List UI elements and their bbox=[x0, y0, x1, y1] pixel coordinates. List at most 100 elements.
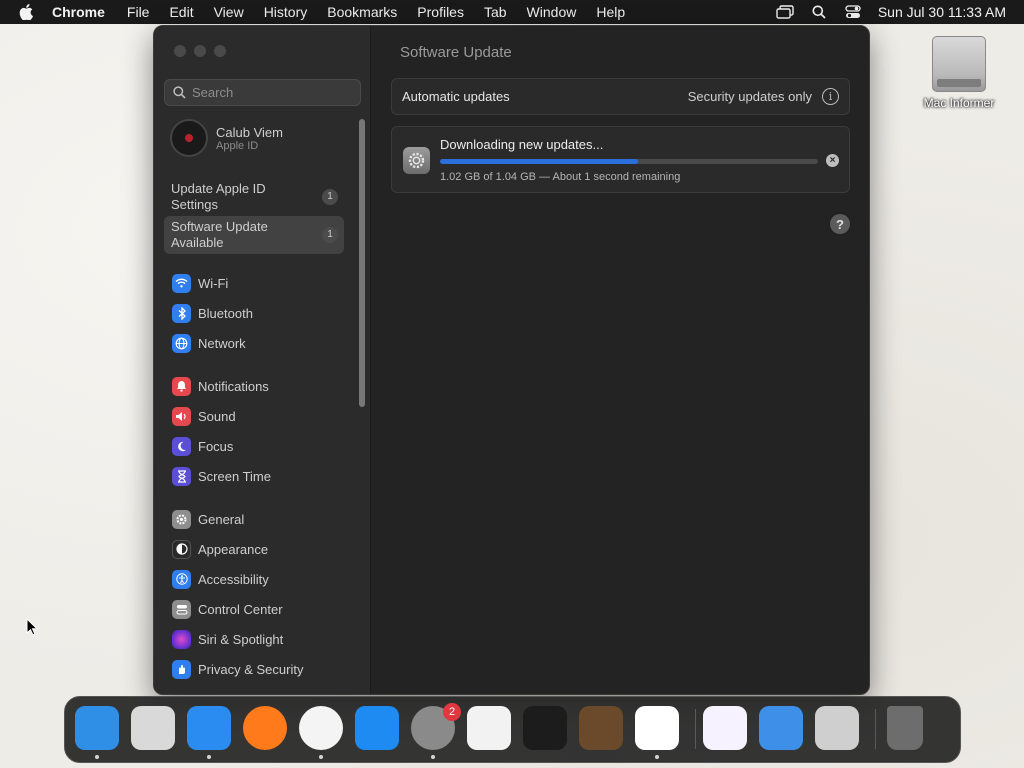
info-icon[interactable]: i bbox=[822, 88, 839, 105]
sidebar-item-label: Sound bbox=[198, 408, 236, 424]
system-settings-window: Calub Viem Apple ID Update Apple ID Sett… bbox=[153, 25, 870, 695]
control-center-icon[interactable] bbox=[836, 5, 870, 19]
automatic-updates-label: Automatic updates bbox=[402, 89, 510, 104]
desktop-disk-label: Mac Informer bbox=[923, 96, 995, 110]
menu-profiles[interactable]: Profiles bbox=[407, 4, 474, 20]
menu-bar: Chrome File Edit View History Bookmarks … bbox=[0, 0, 1024, 24]
download-progress-fill bbox=[440, 159, 639, 164]
automatic-updates-row: Automatic updates Security updates only … bbox=[391, 78, 850, 115]
zoom-window-button[interactable] bbox=[214, 45, 226, 57]
settings-gear-icon bbox=[403, 147, 430, 174]
dock-app-launchpad[interactable] bbox=[131, 706, 175, 750]
sidebar-item-bluetooth[interactable]: Bluetooth bbox=[172, 303, 253, 323]
dock-app-visual-studio[interactable] bbox=[703, 706, 747, 750]
dock-running-indicator bbox=[95, 755, 99, 759]
dock-app-trash[interactable] bbox=[887, 706, 923, 750]
sidebar-item-software-update-available[interactable]: Software Update Available 1 bbox=[164, 216, 344, 254]
sidebar-item-siri-spotlight[interactable]: Siri & Spotlight bbox=[172, 629, 283, 649]
sidebar-item-label: General bbox=[198, 511, 245, 527]
sidebar-item-label: Focus bbox=[198, 438, 234, 454]
network-icon bbox=[172, 333, 191, 353]
menu-help[interactable]: Help bbox=[586, 4, 635, 20]
sidebar-item-sound[interactable]: Sound bbox=[172, 406, 236, 426]
menu-app-name[interactable]: Chrome bbox=[52, 4, 117, 20]
menu-clock[interactable]: Sun Jul 30 11:33 AM bbox=[870, 4, 1024, 20]
dock-app-textedit[interactable] bbox=[467, 706, 511, 750]
sidebar-item-label: Software Update Available bbox=[171, 219, 268, 250]
menu-view[interactable]: View bbox=[204, 4, 254, 20]
desktop-disk-mac-informer[interactable]: Mac Informer bbox=[916, 36, 1002, 110]
spotlight-search-icon[interactable] bbox=[802, 5, 836, 19]
dock-separator bbox=[695, 709, 696, 749]
dock-app-weather[interactable] bbox=[759, 706, 803, 750]
menu-tab[interactable]: Tab bbox=[474, 4, 517, 20]
dock: 2 bbox=[64, 696, 961, 763]
dock-running-indicator bbox=[431, 755, 435, 759]
menu-edit[interactable]: Edit bbox=[159, 4, 203, 20]
siri-icon bbox=[172, 629, 191, 649]
wifi-icon bbox=[172, 273, 191, 293]
menu-history[interactable]: History bbox=[254, 4, 318, 20]
general-icon bbox=[172, 509, 191, 529]
dock-app-garageband[interactable] bbox=[579, 706, 623, 750]
window-controls bbox=[174, 45, 226, 57]
screen-time-icon bbox=[172, 466, 191, 486]
dock-running-indicator bbox=[207, 755, 211, 759]
dock-running-indicator bbox=[655, 755, 659, 759]
sidebar-item-network[interactable]: Network bbox=[172, 333, 246, 353]
close-window-button[interactable] bbox=[174, 45, 186, 57]
privacy-icon bbox=[172, 659, 191, 679]
menu-file[interactable]: File bbox=[117, 4, 160, 20]
sidebar-item-general[interactable]: General bbox=[172, 509, 244, 529]
sidebar-item-accessibility[interactable]: Accessibility bbox=[172, 569, 269, 589]
dock-app-finder[interactable] bbox=[75, 706, 119, 750]
page-title: Software Update bbox=[400, 44, 512, 61]
sidebar-item-update-apple-id-settings[interactable]: Update Apple ID Settings 1 bbox=[164, 178, 344, 216]
dock-app-calculator[interactable] bbox=[815, 706, 859, 750]
minimize-window-button[interactable] bbox=[194, 45, 206, 57]
menu-window[interactable]: Window bbox=[517, 4, 587, 20]
account-name: Calub Viem bbox=[216, 124, 283, 140]
sidebar-item-label: Privacy & Security bbox=[198, 661, 304, 677]
sidebar-scrollbar[interactable] bbox=[359, 119, 365, 407]
sidebar: Calub Viem Apple ID Update Apple ID Sett… bbox=[154, 26, 371, 694]
disk-icon bbox=[932, 36, 986, 92]
appearance-icon bbox=[172, 539, 191, 559]
download-progress-bar bbox=[440, 159, 818, 164]
search-icon bbox=[173, 86, 186, 99]
sidebar-item-label: Wi-Fi bbox=[198, 275, 229, 291]
screen-mirroring-icon[interactable] bbox=[768, 5, 802, 19]
sidebar-item-label: Accessibility bbox=[198, 571, 269, 587]
sidebar-item-appearance[interactable]: Appearance bbox=[172, 539, 268, 559]
menu-bookmarks[interactable]: Bookmarks bbox=[317, 4, 407, 20]
mouse-cursor-icon bbox=[26, 618, 38, 636]
software-update-pane: Software Update Automatic updates Securi… bbox=[372, 26, 869, 694]
sidebar-item-label: Siri & Spotlight bbox=[198, 631, 284, 647]
sidebar-item-label: Notifications bbox=[198, 378, 269, 394]
sidebar-item-screen-time[interactable]: Screen Time bbox=[172, 466, 271, 486]
sidebar-item-privacy-security[interactable]: Privacy & Security bbox=[172, 659, 303, 679]
dock-app-vscode[interactable] bbox=[635, 706, 679, 750]
dock-running-indicator bbox=[319, 755, 323, 759]
dock-app-terminal[interactable] bbox=[523, 706, 567, 750]
dock-app-firefox[interactable] bbox=[243, 706, 287, 750]
sidebar-apple-id-account[interactable]: Calub Viem Apple ID bbox=[170, 119, 283, 157]
download-status: 1.02 GB of 1.04 GB — About 1 second rema… bbox=[440, 171, 681, 183]
sidebar-item-label: Update Apple ID Settings bbox=[171, 181, 266, 212]
apple-menu-icon[interactable] bbox=[0, 4, 52, 20]
control-center-icon bbox=[172, 599, 191, 619]
cancel-download-button[interactable]: × bbox=[826, 154, 839, 167]
dock-notification-badge: 2 bbox=[443, 703, 461, 721]
dock-app-app-store[interactable] bbox=[355, 706, 399, 750]
search-input[interactable] bbox=[192, 85, 352, 100]
account-subtitle: Apple ID bbox=[216, 139, 259, 152]
dock-app-chrome[interactable] bbox=[299, 706, 343, 750]
sidebar-item-control-center[interactable]: Control Center bbox=[172, 599, 283, 619]
dock-app-safari[interactable] bbox=[187, 706, 231, 750]
sidebar-search[interactable] bbox=[164, 79, 361, 106]
help-button[interactable]: ? bbox=[830, 214, 850, 234]
sidebar-item-focus[interactable]: Focus bbox=[172, 436, 233, 456]
sidebar-item-wifi[interactable]: Wi-Fi bbox=[172, 273, 228, 293]
sidebar-item-label: Control Center bbox=[198, 601, 283, 617]
sidebar-item-notifications[interactable]: Notifications bbox=[172, 376, 269, 396]
